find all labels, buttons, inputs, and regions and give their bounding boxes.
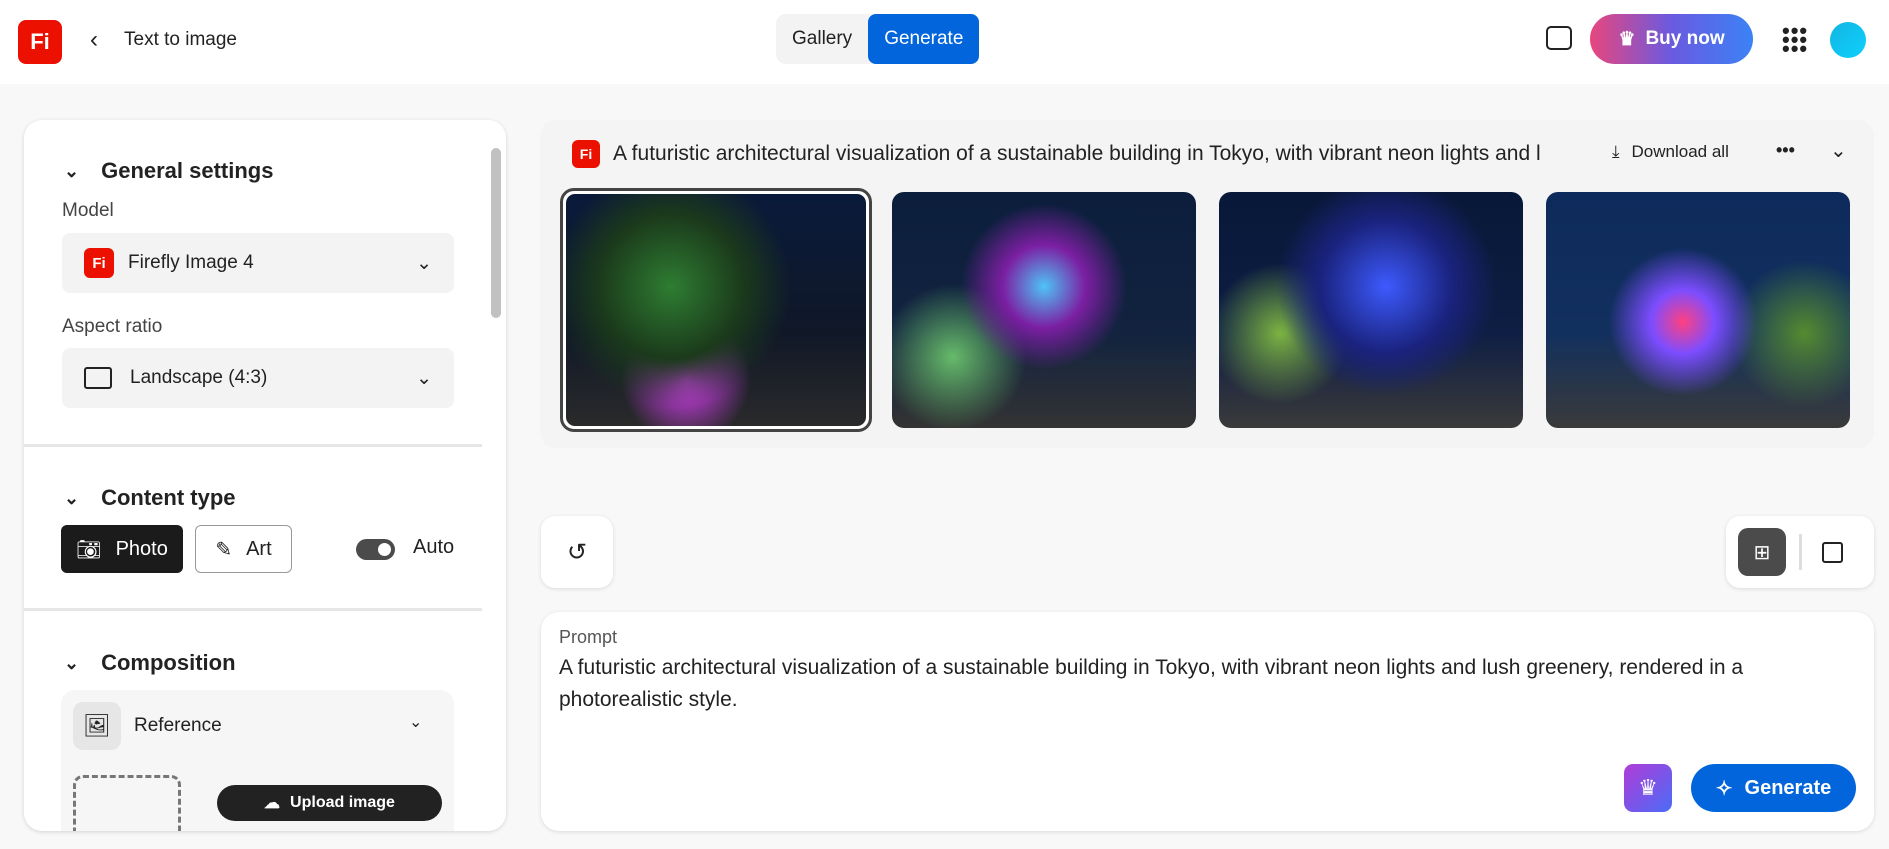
art-label: Art: [246, 537, 272, 560]
chevron-down-icon: ⌄: [416, 252, 432, 274]
prompt-box[interactable]: Prompt A futuristic architectural visual…: [541, 612, 1874, 831]
chevron-down-icon[interactable]: ⌄: [1830, 138, 1847, 163]
cloud-upload-icon: ☁: [264, 795, 281, 812]
model-dropdown[interactable]: Fi Firefly Image 4 ⌄: [62, 233, 454, 293]
firefly-logo[interactable]: Fi: [18, 20, 62, 64]
buy-now-label: Buy now: [1645, 28, 1725, 49]
firefly-icon: Fi: [84, 248, 114, 278]
feedback-icon[interactable]: [1546, 26, 1572, 50]
chevron-down-icon[interactable]: ⌄: [409, 712, 422, 732]
mode-switch: Gallery Generate: [776, 14, 980, 64]
sparkle-icon: ✧: [1715, 777, 1733, 800]
crown-icon: ♛: [1618, 28, 1636, 50]
result-image-1[interactable]: [560, 188, 872, 432]
model-label: Model: [62, 200, 114, 221]
more-options-icon[interactable]: •••: [1776, 140, 1795, 161]
reference-image-icon: 🖼︎: [73, 702, 121, 750]
single-view-icon[interactable]: [1822, 542, 1843, 563]
aspect-ratio-dropdown[interactable]: Landscape (4:3) ⌄: [62, 348, 454, 408]
image-drop-zone[interactable]: [73, 775, 181, 831]
reference-label: Reference: [134, 715, 222, 736]
aspect-ratio-label: Aspect ratio: [62, 316, 163, 337]
grid-view-icon[interactable]: ⊞: [1738, 528, 1786, 576]
divider: [24, 444, 482, 447]
history-button[interactable]: ↺: [541, 516, 613, 588]
back-link[interactable]: ‹ Text to image: [90, 26, 237, 54]
crown-icon: ♛: [1638, 775, 1658, 800]
chevron-left-icon: ‹: [90, 26, 98, 53]
generate-button[interactable]: ✧ Generate: [1691, 764, 1856, 812]
page-title: Text to image: [124, 29, 237, 50]
prompt-input[interactable]: A futuristic architectural visualization…: [559, 652, 1819, 716]
scrollbar[interactable]: [486, 120, 506, 831]
model-value: Firefly Image 4: [128, 252, 254, 273]
aspect-value: Landscape (4:3): [130, 367, 268, 388]
upload-label: Upload image: [290, 794, 395, 811]
composition-header[interactable]: ⌄ Composition: [64, 650, 236, 676]
result-image-4[interactable]: [1546, 192, 1850, 428]
result-image-3[interactable]: [1219, 192, 1523, 428]
settings-panel: ⌄ General settings Model Fi Firefly Image …: [24, 120, 506, 831]
chevron-down-icon: ⌄: [416, 367, 432, 389]
art-button[interactable]: ✎ Art: [195, 525, 292, 573]
chevron-down-icon: ⌄: [64, 160, 80, 181]
view-toggle: ⊞: [1726, 516, 1874, 588]
tab-generate[interactable]: Generate: [868, 14, 980, 64]
result-image-2[interactable]: [892, 192, 1196, 428]
chevron-down-icon: ⌄: [64, 487, 80, 508]
divider: [1799, 534, 1802, 570]
photo-button[interactable]: 📷︎ Photo: [61, 525, 183, 573]
firefly-icon: Fi: [572, 140, 600, 168]
auto-toggle[interactable]: [356, 539, 395, 560]
results-group: Fi A futuristic architectural visualizat…: [540, 120, 1874, 448]
content-type-header[interactable]: ⌄ Content type: [64, 485, 236, 511]
generate-label: Generate: [1744, 776, 1832, 799]
divider: [24, 608, 482, 611]
top-bar: Fi ‹ Text to image Gallery Generate ♛ Buy…: [0, 0, 1889, 84]
history-icon: ↺: [566, 538, 588, 566]
download-all-label: Download all: [1631, 142, 1729, 161]
upload-image-button[interactable]: ☁ Upload image: [217, 785, 442, 821]
reference-card: 🖼︎ Reference ⌄ ☁ Upload image: [61, 690, 454, 831]
camera-icon: 📷︎: [76, 538, 102, 561]
auto-label: Auto: [413, 536, 455, 558]
photo-label: Photo: [115, 537, 168, 560]
prompt-label: Prompt: [559, 627, 618, 647]
avatar[interactable]: [1830, 22, 1866, 58]
brush-icon: ✎: [215, 538, 233, 561]
general-settings-header[interactable]: ⌄ General settings: [64, 158, 273, 184]
buy-now-button[interactable]: ♛ Buy now: [1590, 14, 1753, 64]
landscape-icon: [84, 367, 112, 389]
download-icon: ⤓: [1612, 142, 1620, 161]
tab-gallery[interactable]: Gallery: [776, 14, 868, 64]
section-title: General settings: [101, 158, 274, 183]
download-all-button[interactable]: ⤓ Download all: [1612, 142, 1729, 162]
apps-grid-icon[interactable]: ••• ••• •••: [1782, 20, 1808, 60]
premium-crown-button[interactable]: ♛: [1624, 764, 1672, 812]
chevron-down-icon: ⌄: [64, 652, 80, 673]
section-title: Content type: [101, 485, 236, 510]
result-prompt-title: A futuristic architectural visualization…: [613, 142, 1541, 165]
section-title: Composition: [101, 650, 236, 675]
